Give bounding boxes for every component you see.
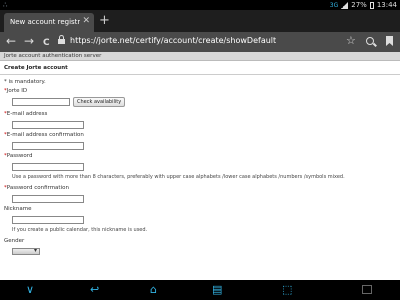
jorte-id-input[interactable]	[12, 98, 70, 106]
form-title: Create Jorte account	[4, 65, 68, 71]
site-header-title: Jorte account authentication server	[4, 53, 102, 59]
battery-icon	[369, 1, 374, 9]
web-page: Jorte account authentication server Crea…	[0, 52, 400, 280]
close-tab-icon[interactable]: ✕	[82, 16, 90, 26]
battery-label: 27%	[351, 1, 367, 9]
bookmarks-icon[interactable]	[386, 36, 393, 46]
home-icon[interactable]: ⌂	[150, 283, 157, 297]
gender-label: Gender	[4, 238, 25, 244]
nickname-input[interactable]	[12, 216, 84, 224]
new-tab-button[interactable]: +	[99, 14, 110, 27]
email-label: *E-mail address	[4, 111, 48, 117]
check-availability-button[interactable]: Check availability	[73, 97, 126, 107]
status-bar: ∴ 3G 27% 13:44	[0, 0, 400, 10]
mandatory-note: * is mandatory.	[4, 79, 46, 85]
lock-icon	[58, 35, 65, 44]
system-nav-bar: ∨ ↩ ⌂ ▤ ⬚	[0, 280, 400, 300]
jorte-id-label: *Jorte ID	[4, 88, 28, 94]
create-account-form: Create Jorte account * is mandatory. *Jo…	[0, 61, 400, 255]
address-bar: ← → C https://jorte.net/certify/account/…	[0, 32, 400, 52]
url-field[interactable]: https://jorte.net/certify/account/create…	[58, 35, 326, 49]
divider	[0, 74, 400, 75]
clock: 13:44	[376, 1, 397, 9]
browser-tab-strip: New account registrati... ✕ +	[0, 10, 400, 32]
back-nav-icon[interactable]: ↩	[90, 283, 99, 297]
forward-button[interactable]: →	[24, 34, 34, 48]
gender-select[interactable]	[12, 247, 40, 255]
screenshot-icon[interactable]: ⬚	[282, 283, 292, 297]
window-icon[interactable]	[362, 285, 372, 294]
password-confirm-input[interactable]	[12, 195, 84, 203]
site-header: Jorte account authentication server	[0, 52, 400, 61]
reload-button[interactable]: C	[43, 36, 50, 50]
email-confirm-input[interactable]	[12, 142, 84, 150]
password-input[interactable]	[12, 163, 84, 171]
password-confirm-label: *Password confirmation	[4, 185, 69, 191]
recent-apps-icon[interactable]: ▤	[212, 283, 222, 297]
email-input[interactable]	[12, 121, 84, 129]
notification-icon: ∴	[3, 1, 8, 9]
status-indicators: 3G 27% 13:44	[330, 0, 397, 10]
tab-title: New account registrati...	[10, 18, 80, 26]
search-icon[interactable]	[366, 37, 374, 45]
bookmark-star-icon[interactable]: ☆	[346, 35, 356, 47]
email-confirm-label: *E-mail address confirmation	[4, 132, 84, 138]
nickname-hint: If you create a public calendar, this ni…	[12, 227, 148, 233]
browser-tab[interactable]: New account registrati... ✕	[4, 13, 94, 32]
nickname-label: Nickname	[4, 206, 32, 212]
url-text[interactable]: https://jorte.net/certify/account/create…	[70, 36, 276, 45]
back-button[interactable]: ←	[6, 34, 16, 48]
signal-icon	[341, 1, 349, 9]
password-hint: Use a password with more than 8 characte…	[12, 174, 345, 180]
password-label: *Password	[4, 153, 33, 159]
hide-keyboard-icon[interactable]: ∨	[26, 283, 34, 297]
network-label: 3G	[329, 1, 339, 9]
